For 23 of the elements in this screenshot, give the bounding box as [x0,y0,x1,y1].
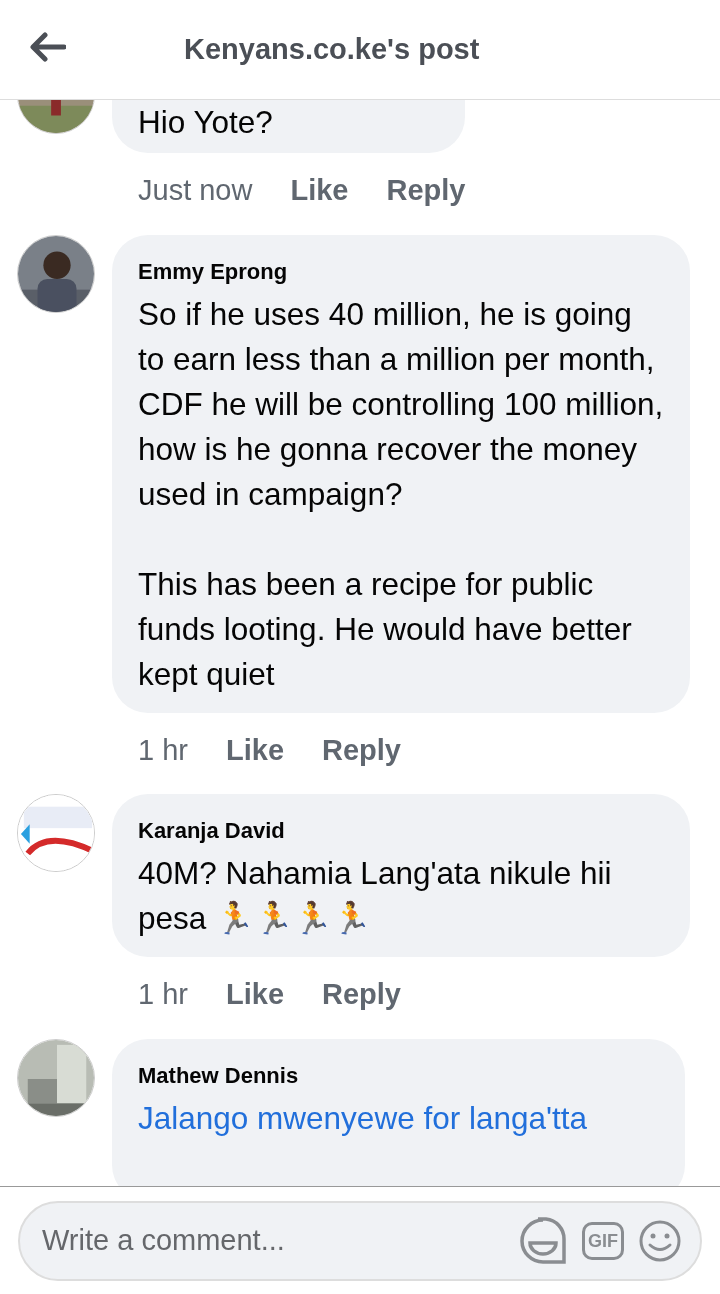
like-link[interactable]: Like [226,728,284,772]
comment-text: 40M? Nahamia Lang'ata nikule hii pesa 🏃🏃🏃🏃 [138,854,613,938]
like-link[interactable]: Like [290,169,349,213]
reply-link[interactable]: Reply [322,728,401,772]
like-link[interactable]: Like [226,973,284,1017]
comment-text: So if he uses 40 million, he is going to earn less than a million per month, CDF he will be controlling 100 million, how is he gonna recover the money used in campaign? [138,294,664,514]
comment-text: This has been a recipe for public funds looting. He would have better kept quiet [138,564,633,694]
reply-link[interactable]: Reply [386,169,466,213]
sticker-icon[interactable] [518,1215,568,1266]
page-title: Kenyans.co.ke's post [184,31,480,67]
author-name[interactable]: Mathew Dennis [138,1058,659,1092]
timestamp: Just now [138,173,253,208]
comment-link[interactable]: Jalango mwenyewe for langa'tta [138,1095,659,1141]
timestamp: 1 hr [138,977,188,1012]
timestamp: 1 hr [138,732,188,768]
back-arrow-icon[interactable] [30,32,66,62]
emoji-icon[interactable] [638,1218,682,1263]
reply-link[interactable]: Reply [322,973,401,1017]
author-name[interactable]: Karanja David [138,814,664,847]
gif-button[interactable]: GIF [582,1221,624,1260]
comment-text: Hio Yote? [138,103,274,142]
author-name[interactable]: Emmy Eprong [138,254,664,288]
comment-field[interactable]: Write a comment... GIF [18,1200,702,1281]
